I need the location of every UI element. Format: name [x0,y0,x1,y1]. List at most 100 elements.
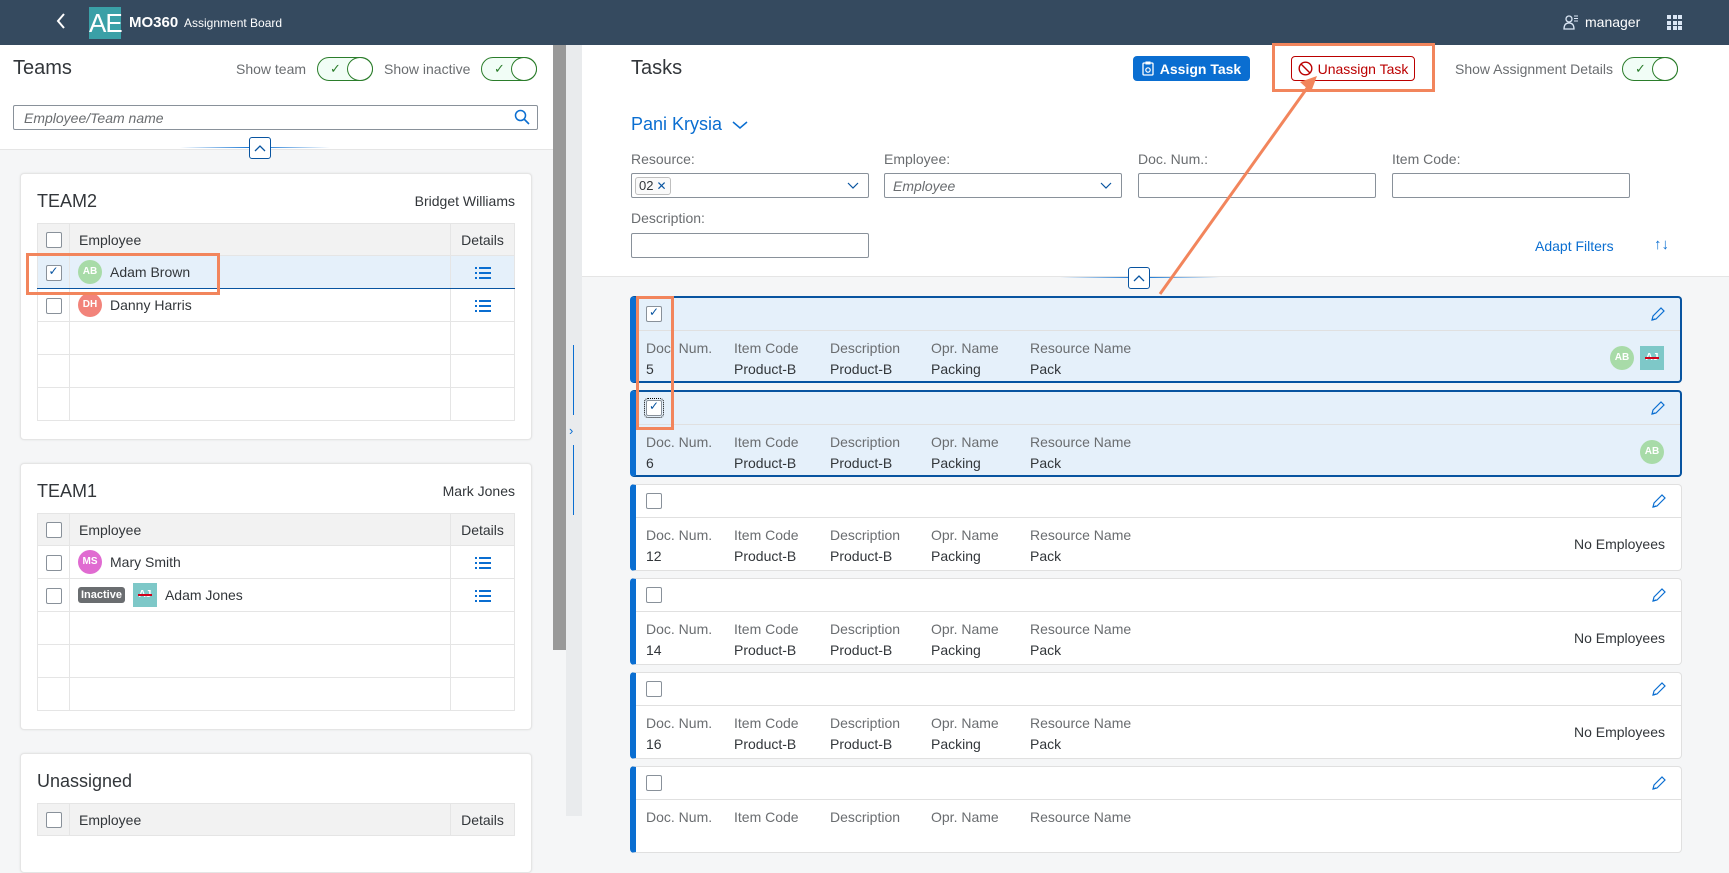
details-list-icon[interactable] [474,556,491,570]
apps-grid-button[interactable] [1667,15,1682,30]
task-checkbox[interactable] [646,305,662,322]
panel-splitter[interactable]: › [566,45,582,816]
table-row[interactable]: DH Danny Harris [37,288,515,322]
show-assignment-details-switch[interactable]: ✓ [1622,57,1678,81]
task-card[interactable]: Doc. Num. 5 Item Code Product-B Description P… [630,296,1682,383]
column-details: Details [450,223,515,256]
edit-icon[interactable] [1651,587,1667,603]
avatar[interactable]: AB [1610,346,1634,370]
task-card[interactable]: Doc. Num. 12 Item Code Product-B Description… [630,484,1682,571]
field-label: Opr. Name [931,340,999,356]
empty-row [37,387,515,421]
adapt-filters-link[interactable]: Adapt Filters [1535,238,1614,254]
employee-filter-input[interactable] [885,174,1121,197]
row-checkbox[interactable] [45,554,62,571]
description-filter[interactable] [631,233,869,258]
unassign-task-button[interactable]: Unassign Task [1291,56,1415,81]
employee-team-search[interactable] [13,105,538,130]
field-value: Product-B [830,736,893,752]
resource-token[interactable]: 02 ✕ [635,177,671,195]
table-row[interactable]: Inactive AJ Adam Jones [37,578,515,612]
field-value: 6 [646,455,654,471]
row-checkbox[interactable] [45,297,62,314]
empty-row [37,321,515,355]
avatar: AB [78,260,102,284]
task-field-opr-name: Opr. Name Packing [931,525,999,567]
task-checkbox[interactable] [646,775,662,791]
field-value: Product-B [734,642,797,658]
field-value: 12 [646,548,662,564]
task-card-toolbar [636,485,1681,518]
avatar[interactable]: AB [1640,440,1664,464]
avatar[interactable]: AJ [1640,346,1664,370]
sort-icon[interactable]: ↑↓ [1654,236,1669,253]
teams-header: Teams Show team ✓ Show inactive ✓ [0,45,553,159]
field-label: Opr. Name [931,434,999,450]
chevron-down-icon [732,120,748,129]
search-icon[interactable] [514,109,530,125]
edit-icon[interactable] [1651,681,1667,697]
team-name: Unassigned [37,771,133,791]
task-card[interactable]: Doc. Num. 16 Item Code Product-B Description… [630,672,1682,759]
task-checkbox[interactable] [646,587,662,603]
docnum-filter[interactable] [1138,173,1376,198]
edit-icon[interactable] [1651,775,1667,791]
task-checkbox[interactable] [646,681,662,697]
edit-icon[interactable] [1651,493,1667,509]
field-value: Product-B [734,736,797,752]
collapse-header-button[interactable] [1128,267,1150,289]
chevron-down-icon[interactable] [1099,178,1113,192]
show-inactive-switch[interactable]: ✓ [481,57,537,81]
task-card[interactable]: Doc. Num. Item Code Description Opr. Name Re… [630,766,1682,853]
variant-selector[interactable]: Pani Krysia [631,114,748,135]
chevron-down-icon[interactable] [846,178,860,192]
task-card[interactable]: Doc. Num. 6 Item Code Product-B Description P… [630,390,1682,477]
employee-combobox[interactable] [884,173,1122,198]
task-card[interactable]: Doc. Num. 14 Item Code Product-B Description… [630,578,1682,665]
tasks-title: Tasks [631,57,683,79]
back-button[interactable] [55,11,71,33]
task-field-doc-num: Doc. Num. 12 [646,525,712,567]
task-card-toolbar [636,298,1680,331]
field-value: Packing [931,455,981,471]
chevron-right-icon[interactable]: › [569,423,573,438]
grid-icon [1667,15,1671,19]
field-value: Packing [931,361,981,377]
description-filter-label: Description: [631,210,705,226]
show-team-switch[interactable]: ✓ [317,57,373,81]
employee-table: Employee Details AB Adam Brown DH Danny Ha… [37,223,515,421]
team-name: TEAM2 [37,191,98,211]
row-checkbox[interactable] [45,264,62,281]
docnum-filter-input[interactable] [1139,174,1375,197]
user-menu-button[interactable]: manager [1563,14,1640,30]
task-field-resource-name: Resource Name Pack [1030,525,1131,567]
search-input[interactable] [14,106,494,129]
table-row[interactable]: MS Mary Smith [37,545,515,579]
itemcode-filter[interactable] [1392,173,1630,198]
left-scrollbar[interactable] [553,45,566,650]
table-row[interactable]: AB Adam Brown [37,255,515,289]
details-list-icon[interactable] [474,266,491,280]
select-all-checkbox[interactable] [45,522,62,539]
details-list-icon[interactable] [474,589,491,603]
select-all-checkbox[interactable] [45,812,62,829]
itemcode-filter-input[interactable] [1393,174,1629,197]
token-remove-icon[interactable]: ✕ [656,178,666,194]
splitter-line [573,445,574,515]
resource-multi-combobox[interactable]: 02 ✕ [631,173,869,198]
column-details: Details [450,803,515,836]
row-checkbox[interactable] [45,587,62,604]
select-all-checkbox[interactable] [45,232,62,249]
assign-task-button[interactable]: Assign Task [1133,56,1250,81]
details-list-icon[interactable] [474,299,491,313]
task-checkbox[interactable] [646,493,662,509]
collapse-header-button[interactable] [249,137,271,159]
task-field-item-code: Item Code [734,807,799,828]
table-header: Employee Details [37,513,515,546]
description-filter-input[interactable] [632,234,868,257]
unassign-task-label: Unassign Task [1317,60,1409,77]
task-field-opr-name: Opr. Name Packing [931,432,999,474]
task-checkbox[interactable] [644,398,664,418]
edit-icon[interactable] [1650,306,1666,322]
edit-icon[interactable] [1650,400,1666,416]
